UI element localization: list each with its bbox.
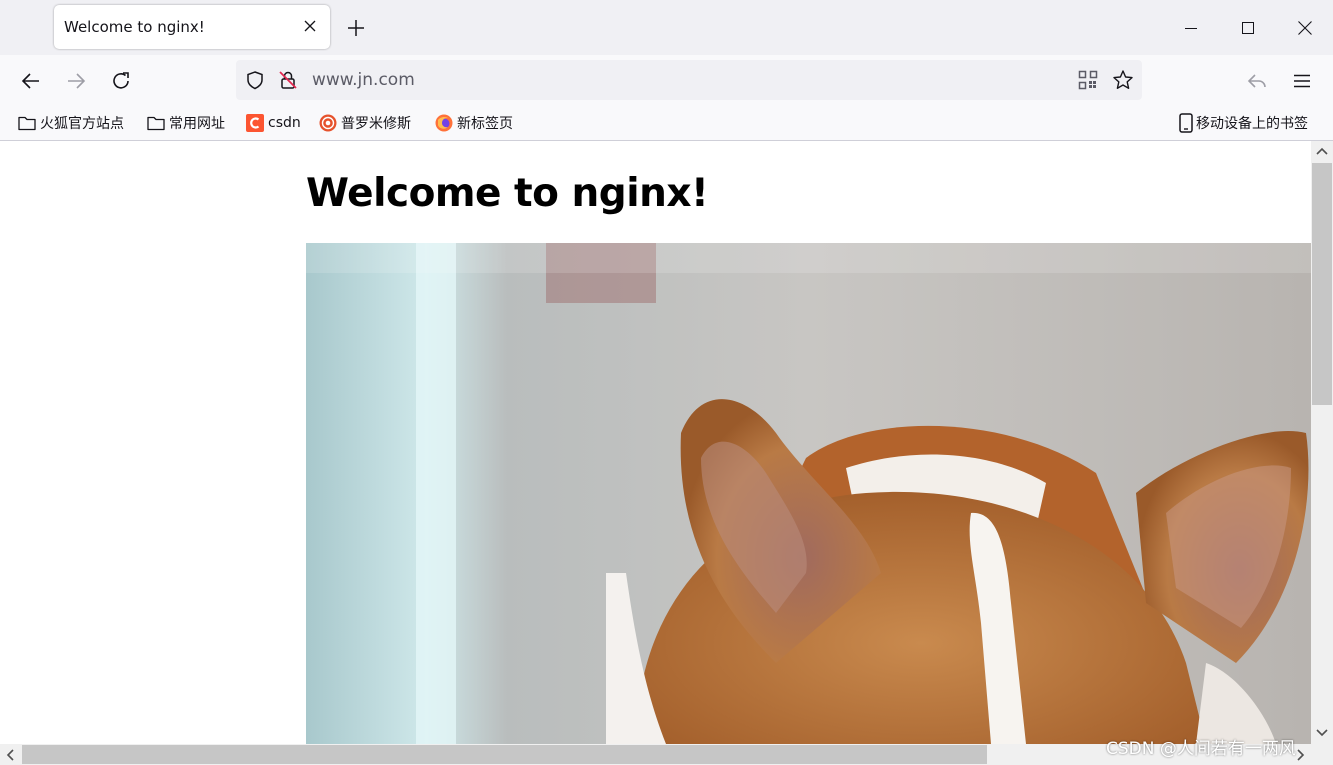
back-button[interactable] (15, 65, 47, 97)
navigation-toolbar: www.jn.com (0, 55, 1333, 107)
folder-icon (18, 114, 36, 132)
firefox-icon (435, 114, 453, 132)
vertical-scrollbar[interactable] (1311, 141, 1333, 744)
plus-icon (348, 20, 364, 36)
folder-icon (147, 114, 165, 132)
csdn-icon (246, 114, 264, 132)
insecure-lock-icon[interactable] (278, 70, 298, 94)
maximize-icon (1241, 21, 1254, 34)
menu-button[interactable] (1286, 65, 1318, 97)
scrollbar-corner (1311, 744, 1333, 765)
bookmark-label: 普罗米修斯 (341, 116, 411, 132)
prometheus-icon (319, 114, 337, 132)
bookmark-mobile[interactable]: 移动设备上的书签 (1179, 111, 1308, 135)
reload-icon (113, 72, 129, 89)
title-bar: Welcome to nginx! (0, 0, 1333, 55)
corgi-photo (306, 243, 1311, 744)
bookmark-csdn[interactable]: csdn (246, 111, 301, 135)
bookmark-folder-common[interactable]: 常用网址 (147, 111, 225, 135)
watermark: CSDN @人间若有一两风 (1106, 739, 1296, 759)
bookmark-prometheus[interactable]: 普罗米修斯 (319, 111, 411, 135)
tab-title: Welcome to nginx! (64, 18, 205, 36)
tab-active[interactable]: Welcome to nginx! (54, 5, 330, 49)
close-window-button[interactable] (1276, 0, 1333, 55)
new-tab-button[interactable] (344, 16, 368, 40)
url-bar[interactable]: www.jn.com (236, 60, 1142, 100)
menu-icon (1294, 74, 1310, 88)
vertical-scroll-thumb[interactable] (1312, 163, 1332, 405)
scroll-left-icon[interactable] (2, 746, 20, 764)
scroll-down-icon[interactable] (1313, 723, 1331, 741)
back-icon (21, 73, 39, 89)
bookmark-star-icon[interactable] (1112, 69, 1134, 95)
minimize-icon (1184, 27, 1197, 29)
bookmark-folder-firefox[interactable]: 火狐官方站点 (18, 111, 124, 135)
close-icon (1297, 20, 1312, 35)
url-text[interactable]: www.jn.com (312, 70, 415, 90)
share-icon (1247, 74, 1266, 88)
qr-code-icon[interactable] (1078, 70, 1098, 94)
bookmark-new-tab[interactable]: 新标签页 (435, 111, 513, 135)
maximize-button[interactable] (1219, 0, 1276, 55)
scroll-up-icon[interactable] (1313, 143, 1331, 161)
minimize-button[interactable] (1162, 0, 1219, 55)
mobile-icon (1179, 113, 1193, 133)
bookmark-label: 常用网址 (169, 116, 225, 132)
reload-button[interactable] (105, 65, 137, 97)
bookmarks-toolbar: 火狐官方站点 常用网址 csdn 普罗米修斯 新标签页 移动设备上的书签 (0, 107, 1333, 141)
horizontal-scroll-thumb[interactable] (22, 745, 987, 764)
bookmark-label: 火狐官方站点 (40, 116, 124, 132)
forward-button[interactable] (60, 65, 92, 97)
bookmark-label: 新标签页 (457, 116, 513, 132)
forward-icon (68, 73, 86, 89)
tab-close-icon[interactable] (300, 16, 320, 36)
share-button[interactable] (1241, 65, 1273, 97)
bookmark-label: csdn (268, 115, 301, 131)
shield-icon[interactable] (245, 70, 265, 94)
page-heading: Welcome to nginx! (306, 171, 709, 216)
bookmark-label: 移动设备上的书签 (1196, 116, 1308, 132)
page-content: Welcome to nginx! (1, 141, 1311, 744)
